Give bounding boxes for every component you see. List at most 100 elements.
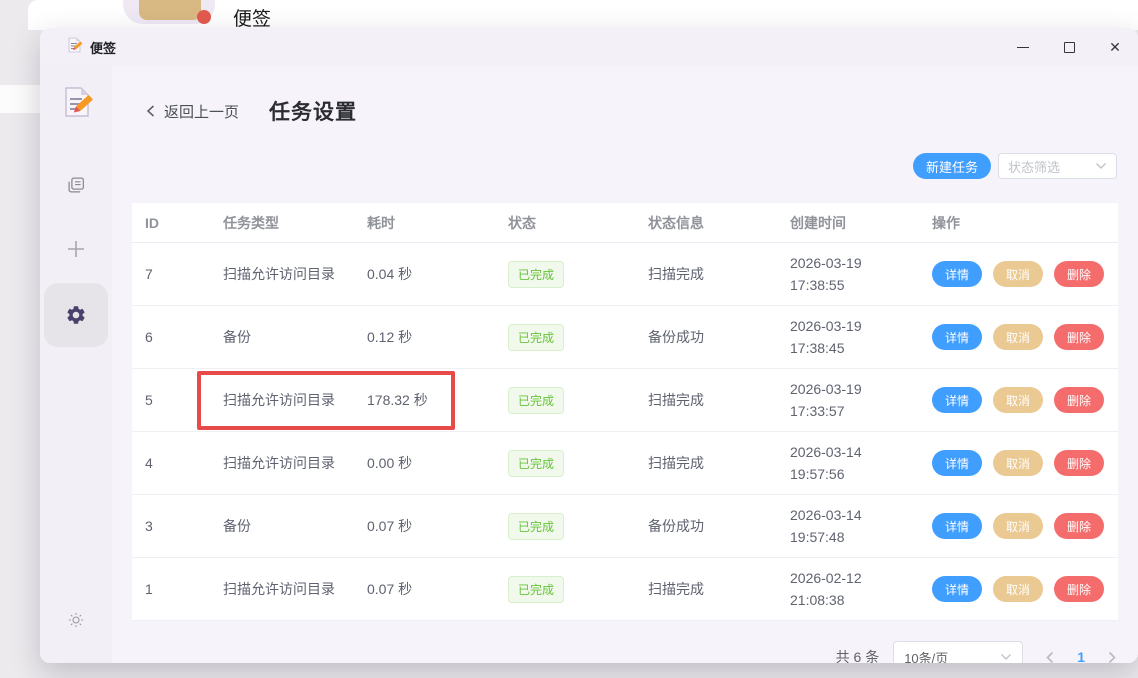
gear-icon <box>67 306 85 324</box>
cell-status-info: 备份成功 <box>648 518 704 534</box>
sidebar <box>40 66 112 663</box>
cancel-button[interactable]: 取消 <box>993 387 1044 413</box>
cell-status-info: 扫描完成 <box>648 266 704 282</box>
created-clock: 17:33:57 <box>790 403 845 419</box>
cell-id: 1 <box>145 581 153 597</box>
cancel-button[interactable]: 取消 <box>993 450 1044 476</box>
chevron-down-icon <box>1096 163 1106 169</box>
detail-button[interactable]: 详情 <box>932 450 983 476</box>
background-app-label: 便签 <box>233 9 272 30</box>
pagination: 共 6 条 10条/页 1 <box>836 641 1117 663</box>
detail-button[interactable]: 详情 <box>932 513 983 539</box>
cancel-button[interactable]: 取消 <box>993 576 1044 602</box>
detail-button[interactable]: 详情 <box>932 261 983 287</box>
cell-status: 已完成 <box>508 432 648 494</box>
created-clock: 19:57:48 <box>790 529 845 545</box>
back-button[interactable]: 返回上一页 <box>145 101 239 122</box>
cell-status: 已完成 <box>508 495 648 557</box>
cell-status-info: 备份成功 <box>648 329 704 345</box>
task-table: ID 任务类型 耗时 状态 状态信息 创建时间 操作 7 扫描允许访问目录 0.… <box>132 203 1118 621</box>
current-page[interactable]: 1 <box>1077 649 1085 663</box>
cell-status: 已完成 <box>508 243 648 305</box>
sidebar-item-add[interactable] <box>63 236 89 262</box>
cell-duration: 0.07 秒 <box>367 581 413 597</box>
cell-actions: 详情 取消 删除 <box>932 495 1118 557</box>
prev-page-button[interactable] <box>1045 651 1055 664</box>
delete-button[interactable]: 删除 <box>1054 261 1105 287</box>
created-date: 2026-03-19 <box>790 381 862 397</box>
cell-status-info: 扫描完成 <box>648 392 704 408</box>
minimize-icon <box>1017 46 1029 48</box>
cell-created-time: 2026-03-19 17:38:45 <box>790 306 932 368</box>
page-size-select[interactable]: 10条/页 <box>893 641 1024 663</box>
col-created: 创建时间 <box>790 214 846 231</box>
created-date: 2026-03-19 <box>790 318 862 334</box>
status-filter-select[interactable]: 状态筛选 <box>998 153 1117 179</box>
created-clock: 19:57:56 <box>790 466 845 482</box>
cell-task-type: 扫描允许访问目录 <box>223 455 335 471</box>
cell-actions: 详情 取消 删除 <box>932 306 1118 368</box>
close-button[interactable]: ✕ <box>1092 28 1138 66</box>
window-title: 便签 <box>90 40 117 56</box>
maximize-button[interactable] <box>1046 28 1092 66</box>
cell-created-time: 2026-02-12 21:08:38 <box>790 558 932 620</box>
sidebar-item-theme[interactable] <box>66 610 86 630</box>
toolbar: 新建任务 状态筛选 <box>912 153 1117 179</box>
delete-button[interactable]: 删除 <box>1054 324 1105 350</box>
cell-actions: 详情 取消 删除 <box>932 243 1118 305</box>
chevron-right-icon <box>1108 651 1116 663</box>
detail-button[interactable]: 详情 <box>932 387 983 413</box>
cell-duration: 178.32 秒 <box>367 392 428 408</box>
delete-button[interactable]: 删除 <box>1054 450 1105 476</box>
cell-id: 6 <box>145 329 153 345</box>
new-task-button[interactable]: 新建任务 <box>912 153 991 179</box>
app-window: 便签 ✕ 返回上一页 任务设置 新建任务 状态筛选 ID 任务类型 耗时 状态 … <box>40 28 1138 663</box>
detail-button[interactable]: 详情 <box>932 324 983 350</box>
status-badge: 已完成 <box>508 512 565 540</box>
delete-button[interactable]: 删除 <box>1054 513 1105 539</box>
cell-task-type: 扫描允许访问目录 <box>223 581 335 597</box>
cancel-button[interactable]: 取消 <box>993 513 1044 539</box>
pagination-total: 共 6 条 <box>835 649 880 663</box>
cell-task-type: 备份 <box>223 329 251 345</box>
titlebar: 便签 ✕ <box>40 28 1138 66</box>
table-row: 1 扫描允许访问目录 0.07 秒 已完成 扫描完成 2026-02-12 21… <box>132 558 1118 621</box>
app-logo-icon <box>65 36 83 59</box>
cell-task-type: 备份 <box>223 518 251 534</box>
sidebar-item-notes[interactable] <box>64 173 88 197</box>
minimize-button[interactable] <box>1000 28 1046 66</box>
created-clock: 21:08:38 <box>790 592 845 608</box>
sidebar-logo[interactable] <box>58 84 94 120</box>
created-clock: 17:38:45 <box>790 340 845 356</box>
cell-status: 已完成 <box>508 369 648 431</box>
page-header: 返回上一页 任务设置 <box>145 97 357 125</box>
cancel-button[interactable]: 取消 <box>993 261 1044 287</box>
delete-button[interactable]: 删除 <box>1054 576 1105 602</box>
status-badge: 已完成 <box>508 449 565 477</box>
delete-button[interactable]: 删除 <box>1054 387 1105 413</box>
sidebar-item-settings[interactable] <box>44 283 108 347</box>
col-task-type: 任务类型 <box>223 214 279 231</box>
cell-actions: 详情 取消 删除 <box>932 558 1118 620</box>
cancel-button[interactable]: 取消 <box>993 324 1044 350</box>
col-actions: 操作 <box>932 214 960 231</box>
status-badge: 已完成 <box>508 575 565 603</box>
chevron-left-icon <box>146 105 155 117</box>
page-title: 任务设置 <box>269 101 358 124</box>
chevron-down-icon <box>1001 654 1012 660</box>
cell-actions: 详情 取消 删除 <box>932 369 1118 431</box>
detail-button[interactable]: 详情 <box>932 576 983 602</box>
cell-created-time: 2026-03-14 19:57:56 <box>790 432 932 494</box>
table-body: 7 扫描允许访问目录 0.04 秒 已完成 扫描完成 2026-03-19 17… <box>132 243 1118 621</box>
next-page-button[interactable] <box>1107 651 1117 664</box>
cell-duration: 0.12 秒 <box>367 329 413 345</box>
cell-id: 5 <box>145 392 153 408</box>
cell-status: 已完成 <box>508 306 648 368</box>
cell-created-time: 2026-03-19 17:38:55 <box>790 243 932 305</box>
table-row: 6 备份 0.12 秒 已完成 备份成功 2026-03-19 17:38:45… <box>132 306 1118 369</box>
cell-duration: 0.00 秒 <box>367 455 413 471</box>
memo-app-icon <box>123 0 215 24</box>
col-status: 状态 <box>508 214 536 231</box>
table-row: 7 扫描允许访问目录 0.04 秒 已完成 扫描完成 2026-03-19 17… <box>132 243 1118 306</box>
cell-id: 3 <box>145 518 153 534</box>
